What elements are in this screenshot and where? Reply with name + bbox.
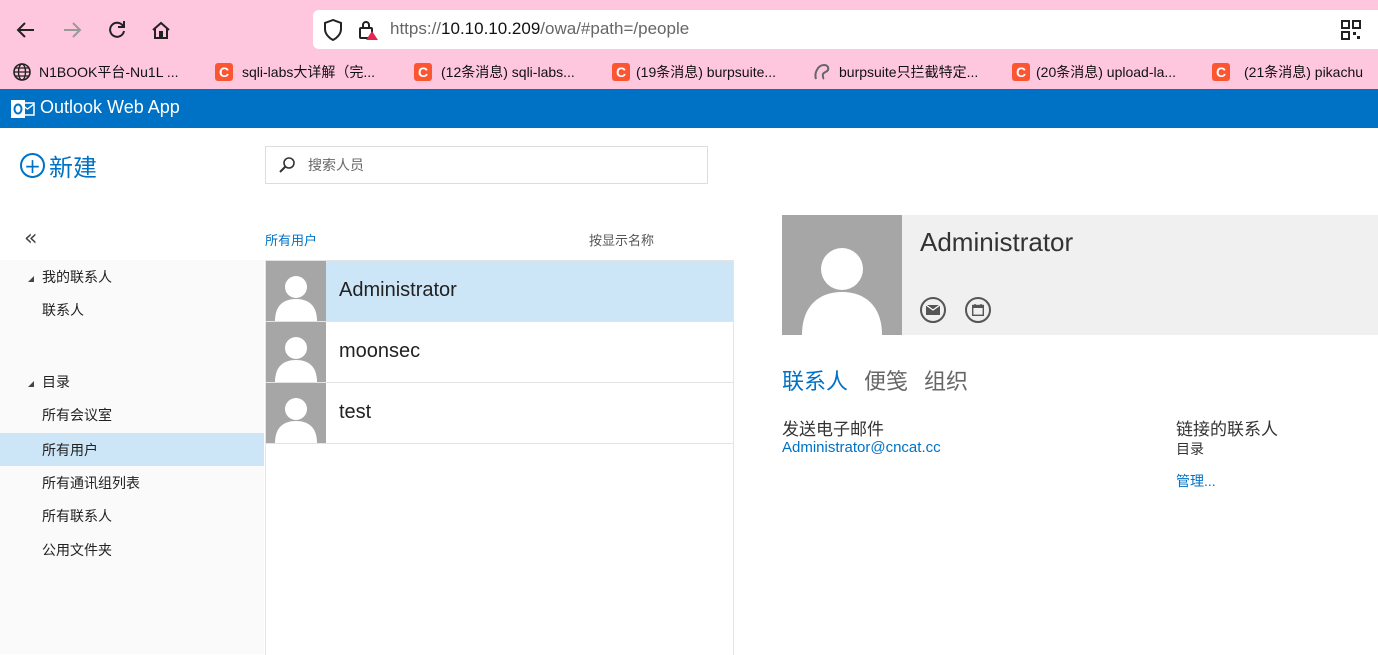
bookmark-label: N1BOOK平台-Nu1L ... [39, 64, 179, 80]
list-filter-dropdown[interactable]: 所有用户 [265, 230, 317, 249]
person-name: moonsec [339, 340, 421, 362]
calendar-icon [972, 304, 984, 316]
url-path: /owa/#path=/people [540, 19, 690, 38]
contact-name: Administrator [920, 227, 1074, 257]
person-silhouette-icon [275, 276, 317, 321]
person-name: test [339, 401, 372, 423]
nav-item-contacts[interactable]: 联系人 [0, 293, 264, 326]
contact-avatar [782, 215, 902, 335]
mail-icon [926, 305, 940, 315]
bookmark-label: (19条消息) burpsuite... [636, 64, 777, 80]
bookmark-label: (20条消息) upload-la... [1036, 64, 1177, 80]
person-silhouette-icon [802, 248, 882, 335]
avatar [266, 261, 326, 321]
forward-arrow-icon [64, 22, 82, 38]
linked-contacts-label: 链接的联系人 [1176, 420, 1278, 440]
bookmark-label: (21条消息) pikachu [1244, 64, 1364, 80]
url-text: https://10.10.10.209/owa/#path=/people [390, 19, 689, 39]
collapse-nav-button[interactable]: « [24, 226, 37, 251]
person-name: Administrator [339, 279, 457, 301]
bookmark-item[interactable]: C (19条消息) burpsuite... [612, 58, 776, 86]
left-navigation: 我的联系人 联系人 目录 所有会议室 所有用户 所有通讯组列表 所有联系人 公用… [0, 260, 264, 654]
tab-contact[interactable]: 联系人 [782, 364, 848, 396]
nav-item-all-distribution-lists[interactable]: 所有通讯组列表 [0, 466, 264, 499]
search-icon [279, 157, 295, 173]
bookmarks-bar: N1BOOK平台-Nu1L ... C sqli-labs大详解（完... C … [0, 58, 1378, 86]
send-email-button[interactable] [920, 297, 946, 323]
person-silhouette-icon [275, 398, 317, 443]
expand-triangle-icon [28, 276, 34, 282]
forward-button[interactable] [56, 14, 88, 46]
nav-group-my-contacts[interactable]: 我的联系人 [28, 267, 112, 287]
nav-item-public-folders[interactable]: 公用文件夹 [0, 533, 264, 566]
nav-item-all-users[interactable]: 所有用户 [0, 433, 264, 466]
bookmark-label: (12条消息) sqli-labs... [441, 64, 575, 80]
address-bar[interactable]: https://10.10.10.209/owa/#path=/people [313, 10, 1378, 49]
bookmark-item[interactable]: N1BOOK平台-Nu1L ... [12, 58, 179, 86]
shield-icon[interactable] [323, 19, 343, 41]
search-placeholder: 搜索人员 [308, 158, 364, 174]
email-label: 发送电子邮件 [782, 420, 884, 440]
contact-card-header: Administrator [782, 215, 1378, 335]
manage-link[interactable]: 管理... [1176, 471, 1216, 491]
insecure-lock-icon[interactable] [357, 19, 379, 41]
nav-group-label: 我的联系人 [42, 270, 112, 286]
expand-triangle-icon [28, 381, 34, 387]
avatar [266, 322, 326, 382]
list-item[interactable]: test [266, 383, 733, 444]
home-button[interactable] [145, 14, 177, 46]
nav-group-label: 目录 [42, 375, 70, 391]
schedule-meeting-button[interactable] [965, 297, 991, 323]
person-silhouette-icon [275, 337, 317, 382]
bookmark-label: sqli-labs大详解（完... [242, 64, 376, 80]
tab-notes[interactable]: 便笺 [864, 364, 908, 396]
app-header: Outlook Web App [0, 89, 1378, 128]
url-host: 10.10.10.209 [441, 19, 541, 38]
linked-contacts-value: 目录 [1176, 442, 1204, 458]
csdn-icon: C [1012, 63, 1030, 81]
avatar [266, 383, 326, 443]
search-people-input[interactable]: 搜索人员 [265, 146, 708, 184]
bookmark-item[interactable]: C (20条消息) upload-la... [1012, 58, 1176, 86]
nav-item-all-rooms[interactable]: 所有会议室 [0, 398, 264, 431]
globe-icon [13, 63, 31, 81]
list-item[interactable]: Administrator [266, 261, 733, 322]
reload-icon [109, 21, 125, 38]
new-contact-button[interactable]: + 新建 [20, 148, 97, 183]
back-button[interactable] [10, 14, 42, 46]
csdn-icon: C [612, 63, 630, 81]
csdn-icon: C [215, 63, 233, 81]
nav-item-all-contacts[interactable]: 所有联系人 [0, 499, 264, 532]
bookmark-item[interactable]: C (21条消息) pikachu [1212, 58, 1363, 86]
new-label: 新建 [49, 154, 97, 182]
bookmark-label: burpsuite只拦截特定... [839, 64, 979, 80]
mascot-icon [814, 63, 830, 80]
people-list: Administrator moonsec test [265, 260, 734, 655]
nav-group-directory[interactable]: 目录 [28, 372, 70, 392]
app-title: Outlook Web App [40, 97, 180, 117]
bookmark-item[interactable]: C (12条消息) sqli-labs... [414, 58, 575, 86]
home-icon [152, 21, 170, 39]
reload-button[interactable] [101, 14, 133, 46]
plus-circle-icon: + [20, 153, 45, 178]
list-item[interactable]: moonsec [266, 322, 733, 383]
bookmark-item[interactable]: C sqli-labs大详解（完... [215, 58, 375, 86]
outlook-logo-icon [11, 100, 35, 118]
qr-code-icon[interactable] [1341, 20, 1361, 40]
csdn-icon: C [414, 63, 432, 81]
list-sort-dropdown[interactable]: 按显示名称 [589, 230, 654, 249]
back-arrow-icon [16, 22, 34, 38]
csdn-icon: C [1212, 63, 1230, 81]
tab-organization[interactable]: 组织 [924, 364, 968, 396]
url-scheme: https:// [390, 19, 442, 38]
contact-tabs: 联系人 便笺 组织 [782, 364, 968, 396]
bookmark-item[interactable]: burpsuite只拦截特定... [812, 58, 978, 86]
browser-toolbar: https://10.10.10.209/owa/#path=/people N… [0, 0, 1378, 89]
email-link[interactable]: Administrator@cncat.cc [782, 439, 941, 456]
